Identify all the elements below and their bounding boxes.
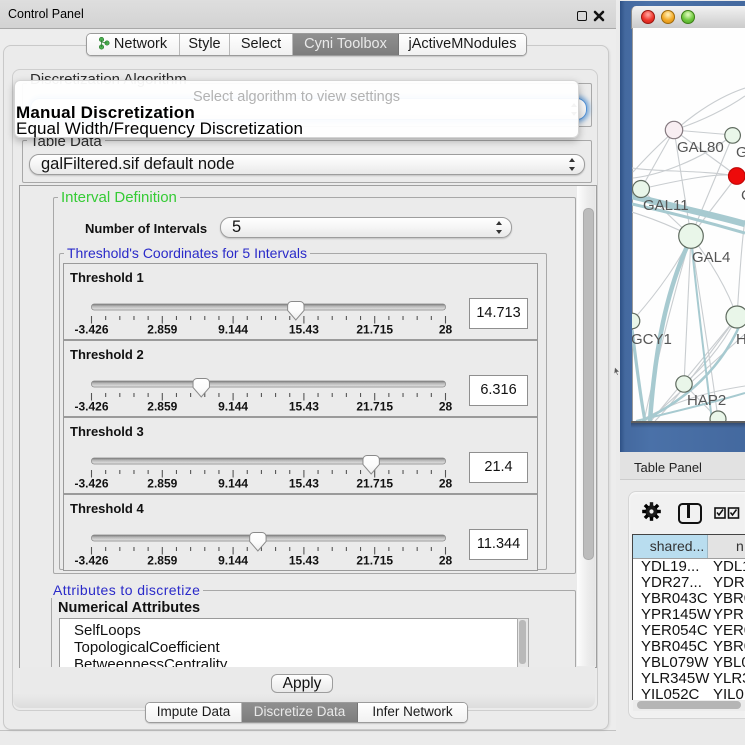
svg-text:H: H <box>736 331 745 348</box>
svg-text:15.43: 15.43 <box>289 323 319 337</box>
svg-text:9.144: 9.144 <box>218 323 248 337</box>
svg-text:GAL4: GAL4 <box>692 249 730 266</box>
svg-text:-3.426: -3.426 <box>74 400 108 414</box>
svg-text:G.: G. <box>736 144 745 161</box>
svg-text:2.859: 2.859 <box>147 554 177 568</box>
svg-text:28: 28 <box>439 477 453 491</box>
svg-text:28: 28 <box>439 323 453 337</box>
svg-text:15.43: 15.43 <box>289 554 319 568</box>
svg-text:2.859: 2.859 <box>147 400 177 414</box>
svg-text:28: 28 <box>439 400 453 414</box>
svg-text:HAP2: HAP2 <box>687 392 726 409</box>
svg-text:9.144: 9.144 <box>218 400 248 414</box>
svg-text:9.144: 9.144 <box>218 554 248 568</box>
svg-text:21.715: 21.715 <box>356 477 393 491</box>
svg-text:-3.426: -3.426 <box>74 323 108 337</box>
svg-text:GCY1: GCY1 <box>632 331 672 348</box>
svg-text:21.715: 21.715 <box>356 400 393 414</box>
svg-text:GAL80: GAL80 <box>677 139 724 156</box>
svg-text:21.715: 21.715 <box>356 554 393 568</box>
svg-text:2.859: 2.859 <box>147 477 177 491</box>
svg-text:GAL11: GAL11 <box>643 197 689 214</box>
svg-text:-3.426: -3.426 <box>74 477 108 491</box>
svg-text:9.144: 9.144 <box>218 477 248 491</box>
svg-text:C: C <box>741 187 745 204</box>
svg-text:2.859: 2.859 <box>147 323 177 337</box>
svg-text:21.715: 21.715 <box>356 323 393 337</box>
svg-text:-3.426: -3.426 <box>74 554 108 568</box>
svg-text:28: 28 <box>439 554 453 568</box>
svg-text:15.43: 15.43 <box>289 477 319 491</box>
svg-text:15.43: 15.43 <box>289 400 319 414</box>
